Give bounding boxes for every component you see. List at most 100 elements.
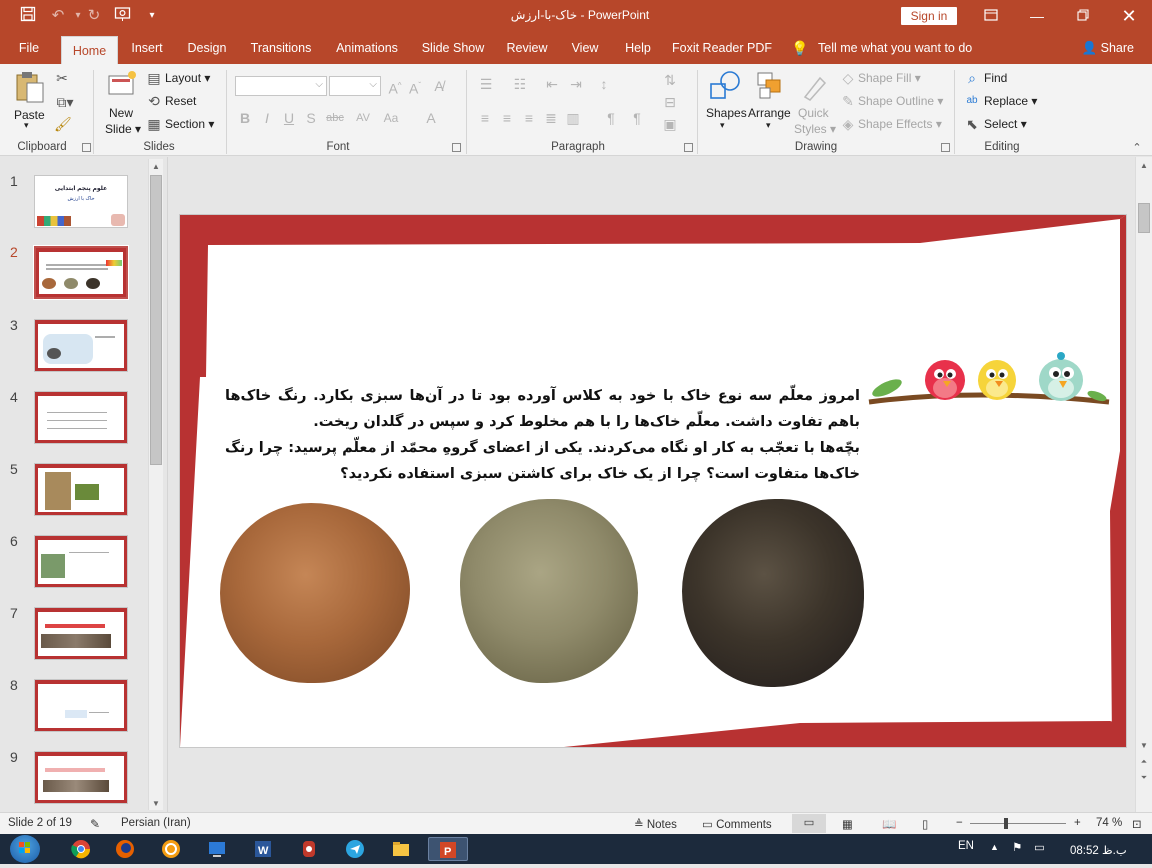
slide-show-icon[interactable]: ▯ xyxy=(922,817,928,831)
layout-button[interactable]: Layout ▾ xyxy=(165,71,210,85)
slide-thumbnail-4[interactable] xyxy=(34,391,128,444)
tab-help[interactable]: Help xyxy=(618,38,658,62)
copy-icon[interactable]: ⧉▾ xyxy=(54,94,76,110)
spelling-check-icon[interactable]: ✎ xyxy=(90,817,100,831)
tell-me-box[interactable]: Tell me what you want to do xyxy=(818,38,978,62)
tab-slide-show[interactable]: Slide Show xyxy=(418,38,488,62)
ribbon-display-options-icon[interactable] xyxy=(974,4,1008,28)
replace-icon[interactable]: ab xyxy=(962,93,982,109)
zoom-level[interactable]: 74 % xyxy=(1096,817,1122,829)
show-hidden-icons-icon[interactable]: ▲ xyxy=(990,842,999,852)
underline-button[interactable]: U xyxy=(282,110,296,126)
scroll-up-icon[interactable]: ▲ xyxy=(1137,161,1151,170)
slide-text-box[interactable]: امروز معلّم سه نوع خاک با خود به کلاس آو… xyxy=(225,383,860,487)
slide-thumbnail-2[interactable] xyxy=(33,245,129,300)
italic-button[interactable]: I xyxy=(260,110,274,126)
scroll-down-icon[interactable]: ▼ xyxy=(149,799,163,808)
restore-icon[interactable] xyxy=(1066,4,1100,28)
minimize-icon[interactable]: — xyxy=(1020,4,1054,28)
tab-review[interactable]: Review xyxy=(501,38,553,62)
slide-thumbnail-5[interactable] xyxy=(34,463,128,516)
character-spacing-button[interactable]: AV xyxy=(352,110,374,126)
ltr-icon[interactable]: ¶ xyxy=(628,110,646,126)
start-from-beginning-icon[interactable] xyxy=(112,6,132,26)
pen-icon[interactable]: ✎ xyxy=(840,93,856,109)
clear-formatting-icon[interactable]: A̸ xyxy=(430,78,448,94)
drawing-launcher-icon[interactable] xyxy=(941,143,950,152)
app-icon[interactable] xyxy=(292,837,326,861)
scroll-thumb[interactable] xyxy=(150,175,162,465)
slide-canvas[interactable]: امروز معلّم سه نوع خاک با خود به کلاس آو… xyxy=(180,215,1126,747)
search-icon[interactable]: ⌕ xyxy=(964,70,980,86)
clipboard-launcher-icon[interactable] xyxy=(82,143,91,152)
replace-button[interactable]: Replace ▾ xyxy=(984,94,1037,108)
notes-button[interactable]: ≜ Notes xyxy=(634,817,677,831)
increase-font-icon[interactable]: A^ xyxy=(386,78,404,97)
arrange-button[interactable]: Arrange ▾ xyxy=(748,70,792,130)
increase-indent-icon[interactable]: ⇥ xyxy=(566,76,586,92)
language-indicator[interactable]: Persian (Iran) xyxy=(121,817,191,829)
align-center-icon[interactable]: ≡ xyxy=(498,110,516,126)
zoom-out-icon[interactable]: − xyxy=(956,817,963,829)
line-spacing-icon[interactable]: ↕ xyxy=(594,76,614,92)
paragraph-launcher-icon[interactable] xyxy=(684,143,693,152)
font-size-combo[interactable]: ⌵ xyxy=(329,76,381,96)
shape-effects-button[interactable]: Shape Effects ▾ xyxy=(858,117,942,131)
slide-thumbnails-panel[interactable]: 1 علوم پنجم ابتدایی خاک با ارزش 2 3 4 5 … xyxy=(0,157,168,812)
slide-thumbnail-9[interactable] xyxy=(34,751,128,804)
telegram-icon[interactable] xyxy=(338,837,372,861)
align-right-icon[interactable]: ≡ xyxy=(520,110,538,126)
tab-file[interactable]: File xyxy=(8,38,50,62)
justify-icon[interactable]: ≣ xyxy=(542,110,560,126)
slide-thumbnail-8[interactable] xyxy=(34,679,128,732)
sign-in-button[interactable]: Sign in xyxy=(901,7,957,25)
scroll-thumb[interactable] xyxy=(1138,203,1150,233)
strikethrough-button[interactable]: abc xyxy=(323,110,347,126)
numbering-icon[interactable]: ☷ xyxy=(510,76,530,92)
slide-thumbnail-3[interactable] xyxy=(34,319,128,372)
chrome-icon[interactable] xyxy=(64,837,98,861)
shadow-button[interactable]: S xyxy=(304,110,318,126)
tab-foxit-reader-pdf[interactable]: Foxit Reader PDF xyxy=(670,38,774,62)
start-button[interactable] xyxy=(10,835,40,863)
save-icon[interactable] xyxy=(18,6,38,26)
network-icon[interactable]: ▭ xyxy=(1034,840,1045,854)
redo-icon[interactable]: ↻ xyxy=(84,6,104,26)
reading-view-icon[interactable]: 📖 xyxy=(882,817,896,831)
font-name-combo[interactable]: ⌵ xyxy=(235,76,327,96)
zoom-slider[interactable] xyxy=(970,823,1066,824)
tab-insert[interactable]: Insert xyxy=(124,38,170,62)
decrease-font-icon[interactable]: Aˇ xyxy=(406,78,424,97)
text-direction-icon[interactable]: ⇅ xyxy=(660,72,680,88)
rtl-icon[interactable]: ¶ xyxy=(602,110,620,126)
comments-button[interactable]: ▭ Comments xyxy=(702,817,772,831)
format-painter-icon[interactable]: 🖌 xyxy=(54,116,72,132)
slide-scrollbar[interactable]: ▲ ▼ ⏶ ⏷ xyxy=(1135,157,1152,812)
find-button[interactable]: Find xyxy=(984,71,1007,85)
font-launcher-icon[interactable] xyxy=(452,143,461,152)
file-explorer-icon[interactable] xyxy=(384,837,418,861)
customize-qat-icon[interactable]: ▾ xyxy=(142,6,162,26)
share-button[interactable]: 👤 Share xyxy=(1078,38,1134,62)
language-indicator[interactable]: EN xyxy=(958,840,974,852)
tab-home[interactable]: Home xyxy=(61,36,118,64)
word-icon[interactable]: W xyxy=(246,837,280,861)
slide-thumbnail-1[interactable]: علوم پنجم ابتدایی خاک با ارزش xyxy=(34,175,128,228)
reset-icon[interactable]: ⟲ xyxy=(146,93,162,109)
slide-thumbnail-7[interactable] xyxy=(34,607,128,660)
decrease-indent-icon[interactable]: ⇤ xyxy=(542,76,562,92)
tab-view[interactable]: View xyxy=(565,38,605,62)
bullets-icon[interactable]: ☰ xyxy=(476,76,496,92)
quick-styles-button[interactable]: Quick Styles ▾ xyxy=(794,70,836,140)
section-button[interactable]: Section ▾ xyxy=(165,117,214,131)
shapes-button[interactable]: Shapes ▾ xyxy=(704,70,747,130)
bold-button[interactable]: B xyxy=(238,110,252,126)
reset-button[interactable]: Reset xyxy=(165,94,196,108)
undo-icon[interactable]: ↶ xyxy=(48,6,68,26)
remote-desktop-icon[interactable] xyxy=(200,837,234,861)
select-button[interactable]: Select ▾ xyxy=(984,117,1027,131)
shape-outline-button[interactable]: Shape Outline ▾ xyxy=(858,94,943,108)
fit-to-window-icon[interactable]: ⊡ xyxy=(1132,817,1142,831)
scroll-up-icon[interactable]: ▲ xyxy=(149,162,163,171)
paste-button[interactable]: Paste ▾ xyxy=(10,70,50,130)
